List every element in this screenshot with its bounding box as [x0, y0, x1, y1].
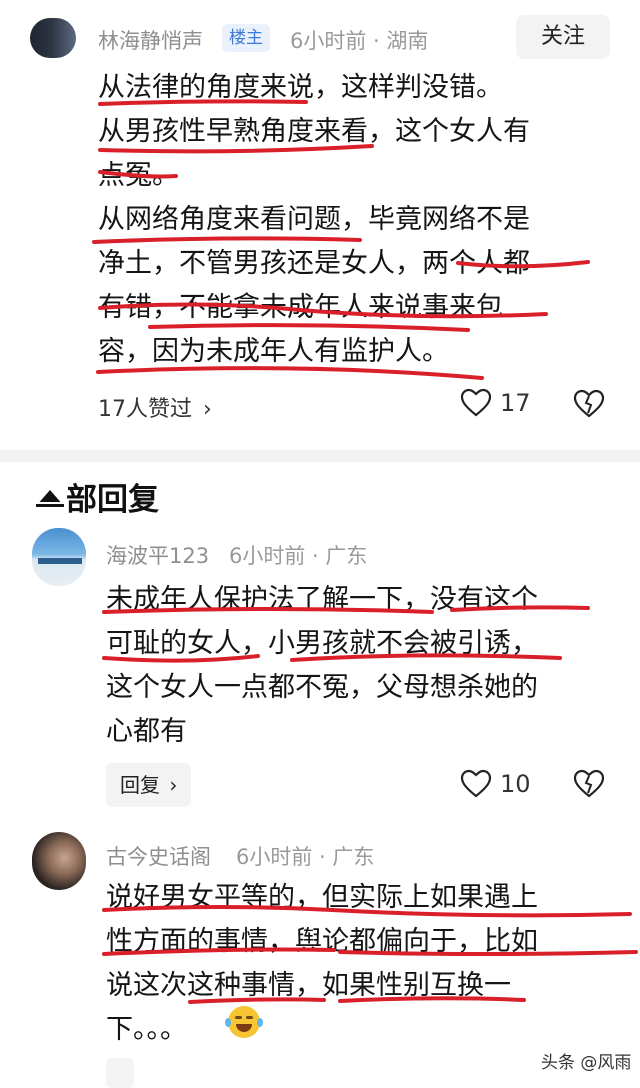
all-replies-icon	[36, 489, 64, 508]
reply-body: 说好男女平等的，但实际上如果遇上 性方面的事情，舆论都偏向于，比如 说这次这种事…	[106, 876, 538, 1052]
avatar[interactable]	[32, 832, 86, 890]
replies-section-title: 部回复	[66, 482, 159, 518]
follow-button[interactable]: 关注	[516, 15, 610, 59]
username[interactable]: 海波平123	[106, 540, 209, 570]
avatar[interactable]	[30, 18, 76, 58]
reply-line: 心都有	[106, 716, 187, 747]
heart-outline-icon	[460, 388, 492, 417]
avatar[interactable]	[32, 528, 86, 586]
broken-heart-icon[interactable]	[573, 389, 605, 419]
author-badge: 楼主	[222, 24, 270, 52]
like-button[interactable]: 10	[460, 769, 531, 799]
reply-label: 回复	[120, 773, 160, 797]
section-divider	[0, 450, 640, 462]
reply-line: 这个女人一点都不冤，父母想杀她的	[106, 672, 538, 703]
replies-section-header: 部回复	[34, 474, 159, 519]
chevron-right-icon: ›	[169, 773, 178, 797]
likers-summary[interactable]: 17人赞过 ›	[98, 391, 212, 423]
comment-meta: 6小时前 · 广东	[229, 544, 368, 568]
comment-line: 容，因为未成年人有监护人。	[98, 336, 449, 367]
chevron-right-icon: ›	[203, 397, 212, 422]
comment-line: 从男孩性早熟角度来看，这个女人有	[98, 116, 530, 147]
comment-meta: 6小时前 · 湖南	[290, 29, 429, 53]
reply-line: 说这次这种事情，如果性别互换一	[106, 970, 511, 1001]
reply-body: 未成年人保护法了解一下，没有这个 可耻的女人，小男孩就不会被引诱， 这个女人一点…	[106, 578, 538, 754]
crying-laughing-emoji	[225, 1006, 263, 1038]
comment-line: 从法律的角度来说，这样判没错。	[98, 72, 503, 103]
comment-line: 点冤。	[98, 160, 179, 191]
broken-heart-icon[interactable]	[573, 769, 605, 799]
comment-body: 从法律的角度来说，这样判没错。 从男孩性早熟角度来看，这个女人有 点冤。 从网络…	[98, 66, 530, 374]
watermark: 头条 @风雨	[541, 1053, 632, 1073]
reply-line: 未成年人保护法了解一下，没有这个	[106, 584, 538, 615]
like-count: 10	[500, 770, 531, 798]
comment-meta: 6小时前 · 广东	[236, 845, 375, 869]
reply-line: 说好男女平等的，但实际上如果遇上	[106, 882, 538, 913]
reply-button[interactable]: 回复 ›	[106, 763, 192, 807]
reply-button[interactable]	[106, 1058, 134, 1088]
reply-line: 性方面的事情，舆论都偏向于，比如	[106, 926, 538, 957]
comment-line: 从网络角度来看问题，毕竟网络不是	[98, 204, 530, 235]
reply-line: 下。。。	[106, 1014, 187, 1045]
reply-line: 可耻的女人，小男孩就不会被引诱，	[106, 628, 538, 659]
username[interactable]: 古今史话阁	[106, 841, 211, 871]
likers-text: 17人赞过	[98, 397, 192, 422]
like-button[interactable]: 17	[460, 388, 531, 418]
username[interactable]: 林海静悄声	[98, 25, 203, 55]
heart-outline-icon	[460, 769, 492, 798]
comment-line: 净土，不管男孩还是女人，两个人都	[98, 248, 530, 279]
comment-line: 有错，不能拿未成年人来说事来包	[98, 292, 503, 323]
like-count: 17	[500, 389, 531, 417]
